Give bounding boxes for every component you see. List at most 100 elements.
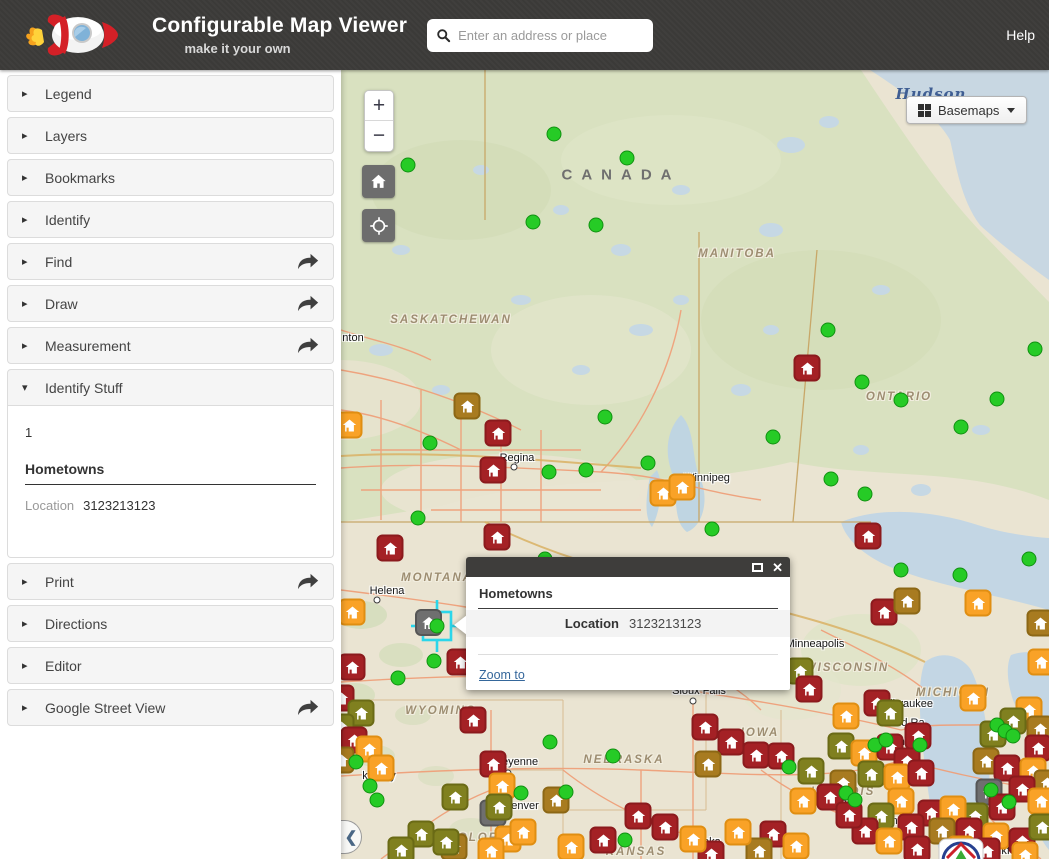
hometown-dot-marker[interactable]: [558, 784, 574, 800]
hometown-dot-marker[interactable]: [541, 464, 557, 480]
hometown-dot-marker[interactable]: [952, 567, 968, 583]
hometown-dot-marker[interactable]: [854, 374, 870, 390]
sidebar-item-find[interactable]: ▸ Find: [7, 243, 334, 280]
hometown-dot-marker[interactable]: [542, 734, 558, 750]
hometown-dot-marker[interactable]: [983, 782, 999, 798]
hometown-dot-marker[interactable]: [605, 748, 621, 764]
house-marker[interactable]: [483, 523, 511, 551]
hometown-dot-marker[interactable]: [348, 754, 364, 770]
share-icon[interactable]: [297, 573, 319, 590]
house-marker[interactable]: [724, 818, 752, 846]
house-marker[interactable]: [876, 699, 904, 727]
house-marker[interactable]: [387, 836, 415, 859]
hometown-dot-marker[interactable]: [362, 778, 378, 794]
house-marker[interactable]: [341, 653, 366, 681]
house-marker[interactable]: [903, 835, 931, 859]
sidebar-item-draw[interactable]: ▸ Draw: [7, 285, 334, 322]
hometown-dot-marker[interactable]: [823, 471, 839, 487]
house-marker[interactable]: [797, 757, 825, 785]
sidebar-item-layers[interactable]: ▸ Layers: [7, 117, 334, 154]
locate-button[interactable]: [362, 209, 395, 242]
house-marker[interactable]: [376, 534, 404, 562]
sidebar-item-print[interactable]: ▸ Print: [7, 563, 334, 600]
hometown-dot-marker[interactable]: [1027, 341, 1043, 357]
house-marker[interactable]: [964, 589, 992, 617]
zoom-in-button[interactable]: +: [365, 91, 393, 121]
sidebar-item-bookmarks[interactable]: ▸ Bookmarks: [7, 159, 334, 196]
house-marker[interactable]: [367, 754, 395, 782]
house-marker[interactable]: [795, 675, 823, 703]
share-icon[interactable]: [297, 295, 319, 312]
house-marker[interactable]: [557, 833, 585, 859]
house-marker[interactable]: [857, 760, 885, 788]
zoom-out-button[interactable]: −: [365, 121, 393, 151]
home-extent-button[interactable]: [362, 165, 395, 198]
sidebar-item-directions[interactable]: ▸ Directions: [7, 605, 334, 642]
sidebar-item-legend[interactable]: ▸ Legend: [7, 75, 334, 112]
hometown-dot-marker[interactable]: [422, 435, 438, 451]
sidebar-item-measurement[interactable]: ▸ Measurement: [7, 327, 334, 364]
house-marker[interactable]: [679, 825, 707, 853]
help-link[interactable]: Help: [1006, 27, 1035, 43]
hometown-dot-marker[interactable]: [578, 462, 594, 478]
hometown-dot-marker[interactable]: [410, 510, 426, 526]
sidebar-item-google-street-view[interactable]: ▸ Google Street View: [7, 689, 334, 726]
hometown-dot-marker[interactable]: [400, 157, 416, 173]
house-marker[interactable]: [1027, 648, 1049, 676]
house-marker[interactable]: [717, 728, 745, 756]
hometown-dot-marker[interactable]: [878, 732, 894, 748]
hometown-dot-marker[interactable]: [390, 670, 406, 686]
selected-hometown-dot[interactable]: [429, 618, 445, 634]
hometown-dot-marker[interactable]: [525, 214, 541, 230]
close-icon[interactable]: ✕: [772, 561, 783, 574]
hometown-dot-marker[interactable]: [369, 792, 385, 808]
hometown-dot-marker[interactable]: [597, 409, 613, 425]
hometown-dot-marker[interactable]: [704, 521, 720, 537]
house-marker[interactable]: [1026, 609, 1049, 637]
hometown-dot-marker[interactable]: [912, 737, 928, 753]
house-marker[interactable]: [893, 587, 921, 615]
house-marker[interactable]: [432, 828, 460, 856]
hometown-dot-marker[interactable]: [847, 792, 863, 808]
house-marker[interactable]: [789, 787, 817, 815]
hometown-dot-marker[interactable]: [1001, 794, 1017, 810]
house-marker[interactable]: [441, 783, 469, 811]
basemaps-dropdown[interactable]: Basemaps: [906, 96, 1028, 124]
hometown-dot-marker[interactable]: [1021, 551, 1037, 567]
hometown-dot-marker[interactable]: [765, 429, 781, 445]
sidebar-item-identify[interactable]: ▸ Identify: [7, 201, 334, 238]
hometown-dot-marker[interactable]: [1005, 728, 1021, 744]
house-marker[interactable]: [341, 598, 366, 626]
hometown-dot-marker[interactable]: [588, 217, 604, 233]
house-marker[interactable]: [479, 456, 507, 484]
hometown-dot-marker[interactable]: [640, 455, 656, 471]
house-marker[interactable]: [453, 392, 481, 420]
maximize-icon[interactable]: [752, 562, 764, 572]
house-marker[interactable]: [477, 837, 505, 859]
geocoder-search[interactable]: [427, 18, 654, 52]
hometown-dot-marker[interactable]: [953, 419, 969, 435]
hometown-dot-marker[interactable]: [989, 391, 1005, 407]
house-marker[interactable]: [485, 793, 513, 821]
house-marker[interactable]: [509, 818, 537, 846]
hometown-dot-marker[interactable]: [619, 150, 635, 166]
zoom-to-link[interactable]: Zoom to: [479, 668, 525, 682]
house-marker[interactable]: [651, 813, 679, 841]
house-marker[interactable]: [691, 713, 719, 741]
house-marker[interactable]: [589, 826, 617, 854]
house-marker[interactable]: [782, 832, 810, 859]
search-input[interactable]: [458, 27, 645, 43]
house-marker[interactable]: [832, 702, 860, 730]
house-marker[interactable]: [624, 802, 652, 830]
share-icon[interactable]: [297, 699, 319, 716]
sidebar-item-editor[interactable]: ▸ Editor: [7, 647, 334, 684]
sidebar-item-identify-stuff[interactable]: ▾ Identify Stuff: [7, 369, 334, 406]
share-icon[interactable]: [297, 253, 319, 270]
house-marker[interactable]: [1011, 841, 1039, 859]
hometown-dot-marker[interactable]: [617, 832, 633, 848]
house-marker[interactable]: [484, 419, 512, 447]
hometown-dot-marker[interactable]: [546, 126, 562, 142]
house-marker[interactable]: [854, 522, 882, 550]
house-marker[interactable]: [793, 354, 821, 382]
house-marker[interactable]: [1028, 813, 1049, 841]
